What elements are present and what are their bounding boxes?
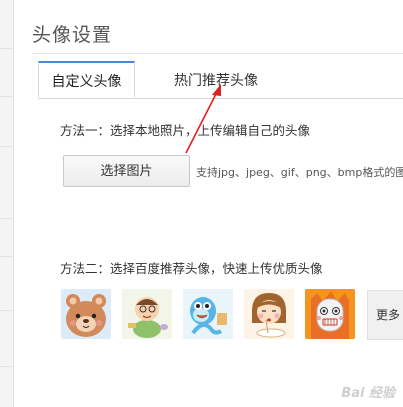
annotation-arrow	[185, 84, 221, 154]
watermark: Bai 经验	[341, 386, 395, 401]
